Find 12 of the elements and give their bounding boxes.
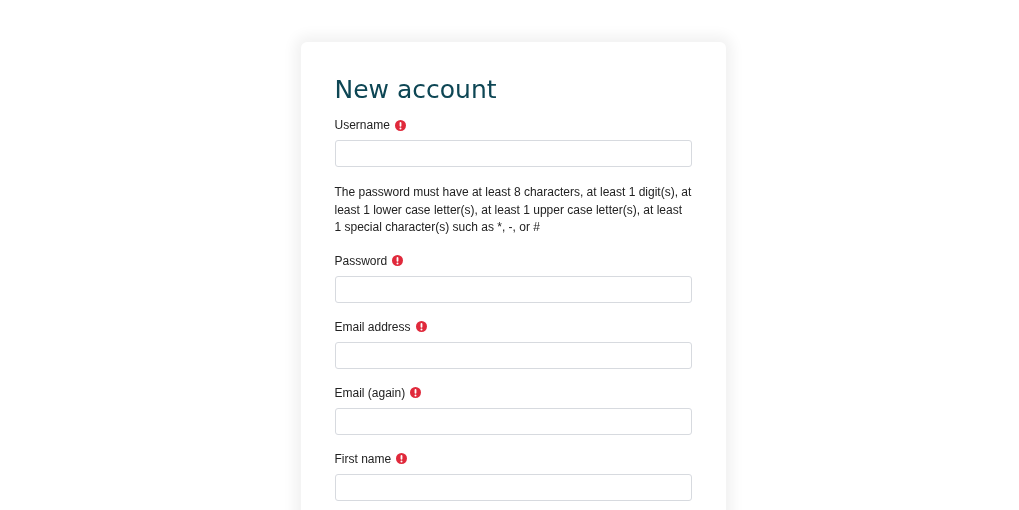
password-rules-text: The password must have at least 8 characters, at least 1 digit(s), at least 1 lower case letter(s), at least 1 upper case letter(s), at least 1 special character(s) such as *, -, or #	[334, 184, 692, 236]
input-field[interactable]	[334, 275, 692, 303]
input-field[interactable]	[334, 140, 692, 167]
input-field[interactable]	[334, 407, 692, 435]
field-label: Password	[334, 253, 388, 268]
field-label: First name	[334, 451, 392, 466]
page-title: New account	[334, 75, 498, 105]
field-label: Username	[334, 118, 390, 132]
field-label: Email (again)	[334, 385, 406, 400]
input-field[interactable]	[334, 473, 692, 501]
input-field[interactable]	[334, 341, 692, 369]
field-label: Email address	[334, 319, 411, 334]
